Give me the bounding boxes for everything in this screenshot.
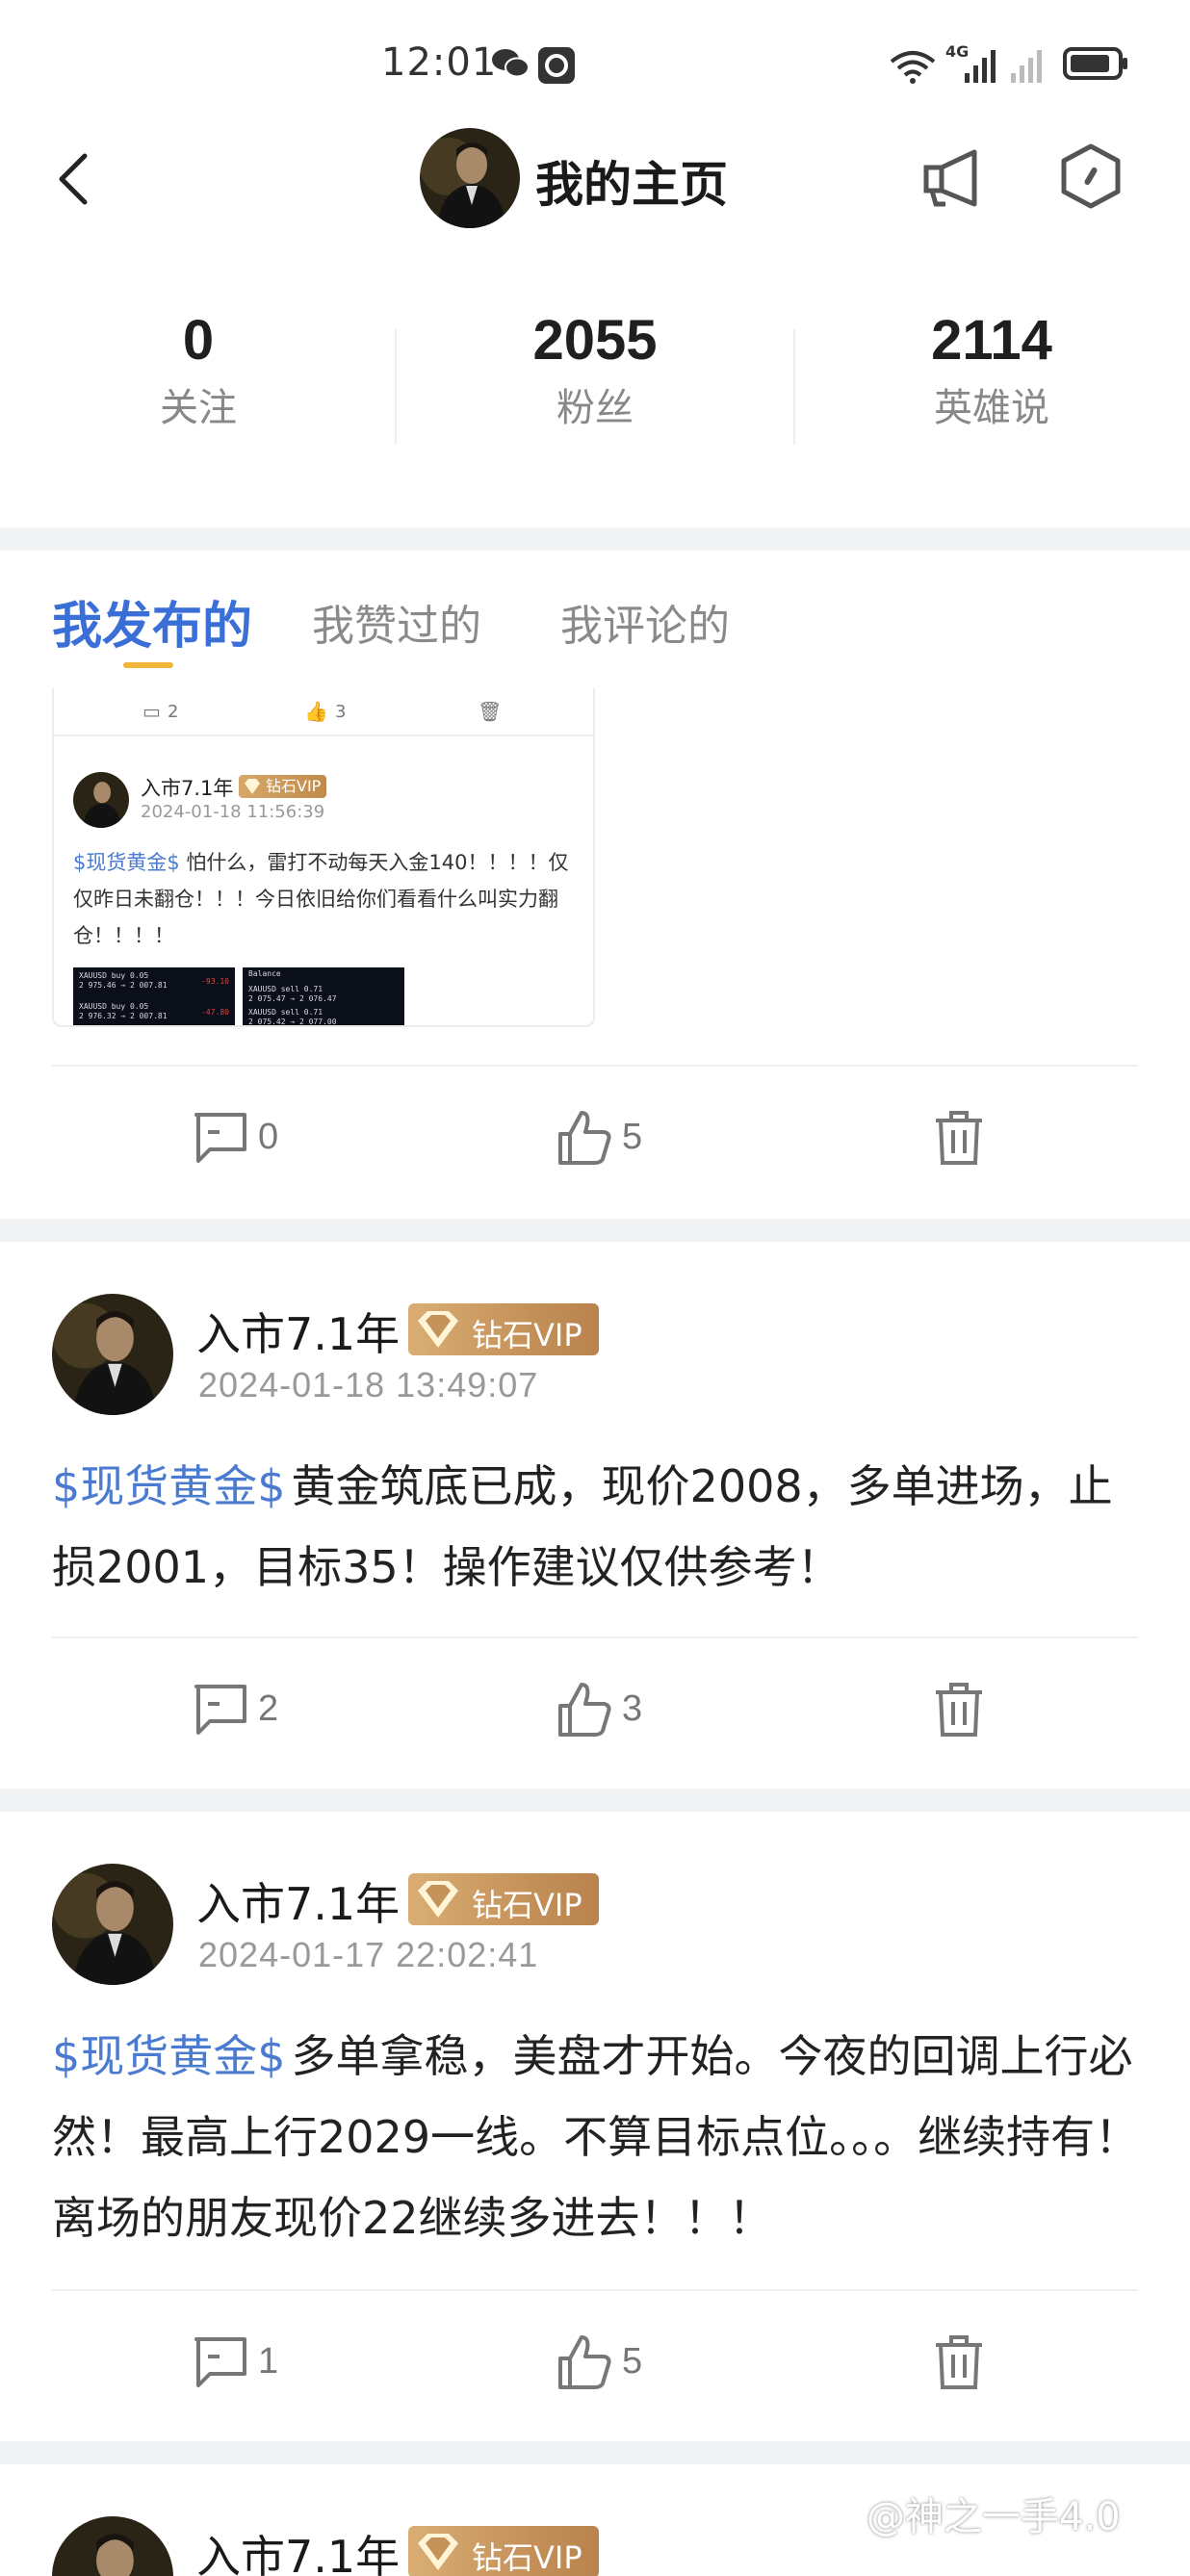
battery-icon [1063, 47, 1127, 80]
thumb-up-icon[interactable] [556, 1681, 612, 1739]
divider [395, 329, 397, 445]
comment-icon[interactable] [193, 1681, 248, 1739]
trash-icon[interactable] [934, 1681, 984, 1739]
wifi-icon [890, 51, 936, 84]
post-card: 入市7.1年 钻石VIP 2024-01-18 13:49:07 $现货黄金$ 黄… [0, 1294, 1190, 1593]
signal-2-icon [1011, 50, 1042, 83]
vip-label: 钻石VIP [472, 1317, 582, 1353]
like-count: 3 [622, 1688, 643, 1729]
embedded-action-bar: ▭ 2 👍 3 🗑 [54, 688, 593, 736]
status-bar: 12:01 4G [0, 0, 1190, 116]
profile-avatar[interactable] [420, 128, 520, 228]
app-header: 我的主页 [0, 116, 1190, 241]
watermark: @神之一手4.0 [867, 2495, 1121, 2539]
author-avatar[interactable] [52, 1294, 173, 1415]
stat-label: 英雄说 [934, 386, 1049, 430]
stat-label: 粉丝 [556, 386, 634, 430]
content-tabs: 我发布的 我赞过的 我评论的 [0, 549, 1190, 674]
embedded-author: 入市7.1年 [141, 777, 234, 800]
post-date: 2024-01-18 13:49:07 [198, 1365, 539, 1404]
post-actions: 1 5 [0, 2289, 1190, 2424]
topic-tag[interactable]: $现货黄金$ [52, 1460, 286, 1512]
trade-screenshot-2: Balance XAUUSD sell 0.71 2 075.47 → 2 07… [243, 967, 404, 1025]
embedded-post-image[interactable]: ▭ 2 👍 3 🗑 入市7.1年 钻石VIP 2024-01-18 11:56:… [52, 688, 595, 1027]
comment-icon[interactable] [193, 2333, 248, 2391]
vip-label: 钻石VIP [472, 2539, 582, 2576]
page-title: 我的主页 [535, 157, 728, 213]
back-arrow-icon[interactable] [48, 150, 106, 208]
tab-liked[interactable]: 我赞过的 [312, 591, 481, 653]
comment-icon: ▭ [142, 700, 161, 723]
comment-icon[interactable] [193, 1109, 248, 1167]
thumb-up-icon[interactable] [556, 2333, 612, 2391]
trash-icon: 🗑 [478, 700, 503, 723]
diamond-icon [418, 1881, 458, 1918]
section-gap [0, 528, 1190, 551]
post-body[interactable]: $现货黄金$ 黄金筑底已成，现价2008，多单进场，止损2001，目标35！操作建… [52, 1446, 1150, 1608]
trade-screenshot-1: XAUUSD buy 0.05 2 975.46 → 2 007.81 -93.… [73, 967, 235, 1025]
tab-published[interactable]: 我发布的 [52, 585, 252, 657]
settings-hex-icon[interactable] [1057, 142, 1125, 210]
embedded-comment-count: 2 [168, 702, 179, 722]
thumb-up-icon: 👍 [304, 700, 328, 723]
stat-value: 0 [182, 309, 215, 372]
author-avatar[interactable] [52, 2516, 173, 2576]
tab-commented[interactable]: 我评论的 [560, 591, 730, 653]
signal-icon [965, 50, 996, 83]
embedded-vip-badge: 钻石VIP [239, 775, 327, 798]
stat-value: 2055 [532, 309, 658, 372]
section-gap [0, 2441, 1190, 2464]
megaphone-icon[interactable] [920, 144, 988, 212]
trash-icon[interactable] [934, 1109, 984, 1167]
post-actions: 2 3 [0, 1636, 1190, 1771]
embedded-text: $现货黄金$ 怕什么，雷打不动每天入金140！！！！仅仅昨日未翻仓！！！今日依旧… [73, 844, 583, 954]
stat-value: 2114 [931, 309, 1052, 372]
embedded-date: 2024-01-18 11:56:39 [141, 802, 325, 822]
comment-count: 2 [258, 1688, 279, 1729]
post-date: 2024-01-17 22:02:41 [198, 1935, 539, 1974]
tab-indicator [123, 662, 173, 668]
comment-count: 0 [258, 1117, 279, 1157]
divider [52, 1636, 1138, 1638]
stat-followers[interactable]: 2055 粉丝 [451, 308, 739, 432]
like-count: 5 [622, 2341, 643, 2382]
stat-posts[interactable]: 2114 英雄说 [847, 308, 1136, 432]
diamond-icon [418, 2534, 458, 2570]
wechat-icon [492, 49, 530, 78]
vip-label: 钻石VIP [472, 1887, 582, 1923]
embedded-tag: $现货黄金$ [73, 851, 180, 874]
thumb-up-icon[interactable] [556, 1109, 612, 1167]
author-avatar[interactable] [52, 1864, 173, 1985]
stat-following[interactable]: 0 关注 [54, 308, 343, 432]
profile-stats: 0 关注 2055 粉丝 2114 英雄说 [0, 308, 1190, 452]
section-gap [0, 1219, 1190, 1242]
comment-count: 1 [258, 2341, 279, 2382]
vip-badge: 钻石VIP [408, 1873, 599, 1925]
author-name[interactable]: 入市7.1年 [196, 1869, 400, 1933]
topic-tag[interactable]: $现货黄金$ [52, 2030, 286, 2082]
vip-badge: 钻石VIP [408, 2526, 599, 2576]
post-body[interactable]: $现货黄金$ 多单拿稳，美盘才开始。今夜的回调上行必然！最高上行2029一线。不算… [52, 2016, 1150, 2258]
divider [793, 329, 795, 445]
embedded-avatar [73, 772, 129, 828]
post-actions: 0 5 [0, 1065, 1190, 1199]
status-time: 12:01 [381, 40, 498, 85]
diamond-icon [418, 1311, 458, 1348]
author-name[interactable]: 入市7.1年 [196, 2522, 400, 2576]
trash-icon[interactable] [934, 2333, 984, 2391]
like-count: 5 [622, 1117, 643, 1157]
divider [52, 2289, 1138, 2291]
stat-label: 关注 [160, 386, 237, 430]
vip-badge: 钻石VIP [408, 1303, 599, 1355]
post-card: 入市7.1年 钻石VIP 2024-01-17 22:02:41 $现货黄金$ 多… [0, 1864, 1190, 2249]
divider [52, 1065, 1138, 1067]
author-name[interactable]: 入市7.1年 [196, 1300, 400, 1363]
app-notification-icon [538, 47, 575, 84]
section-gap [0, 1789, 1190, 1812]
embedded-like-count: 3 [335, 702, 347, 722]
